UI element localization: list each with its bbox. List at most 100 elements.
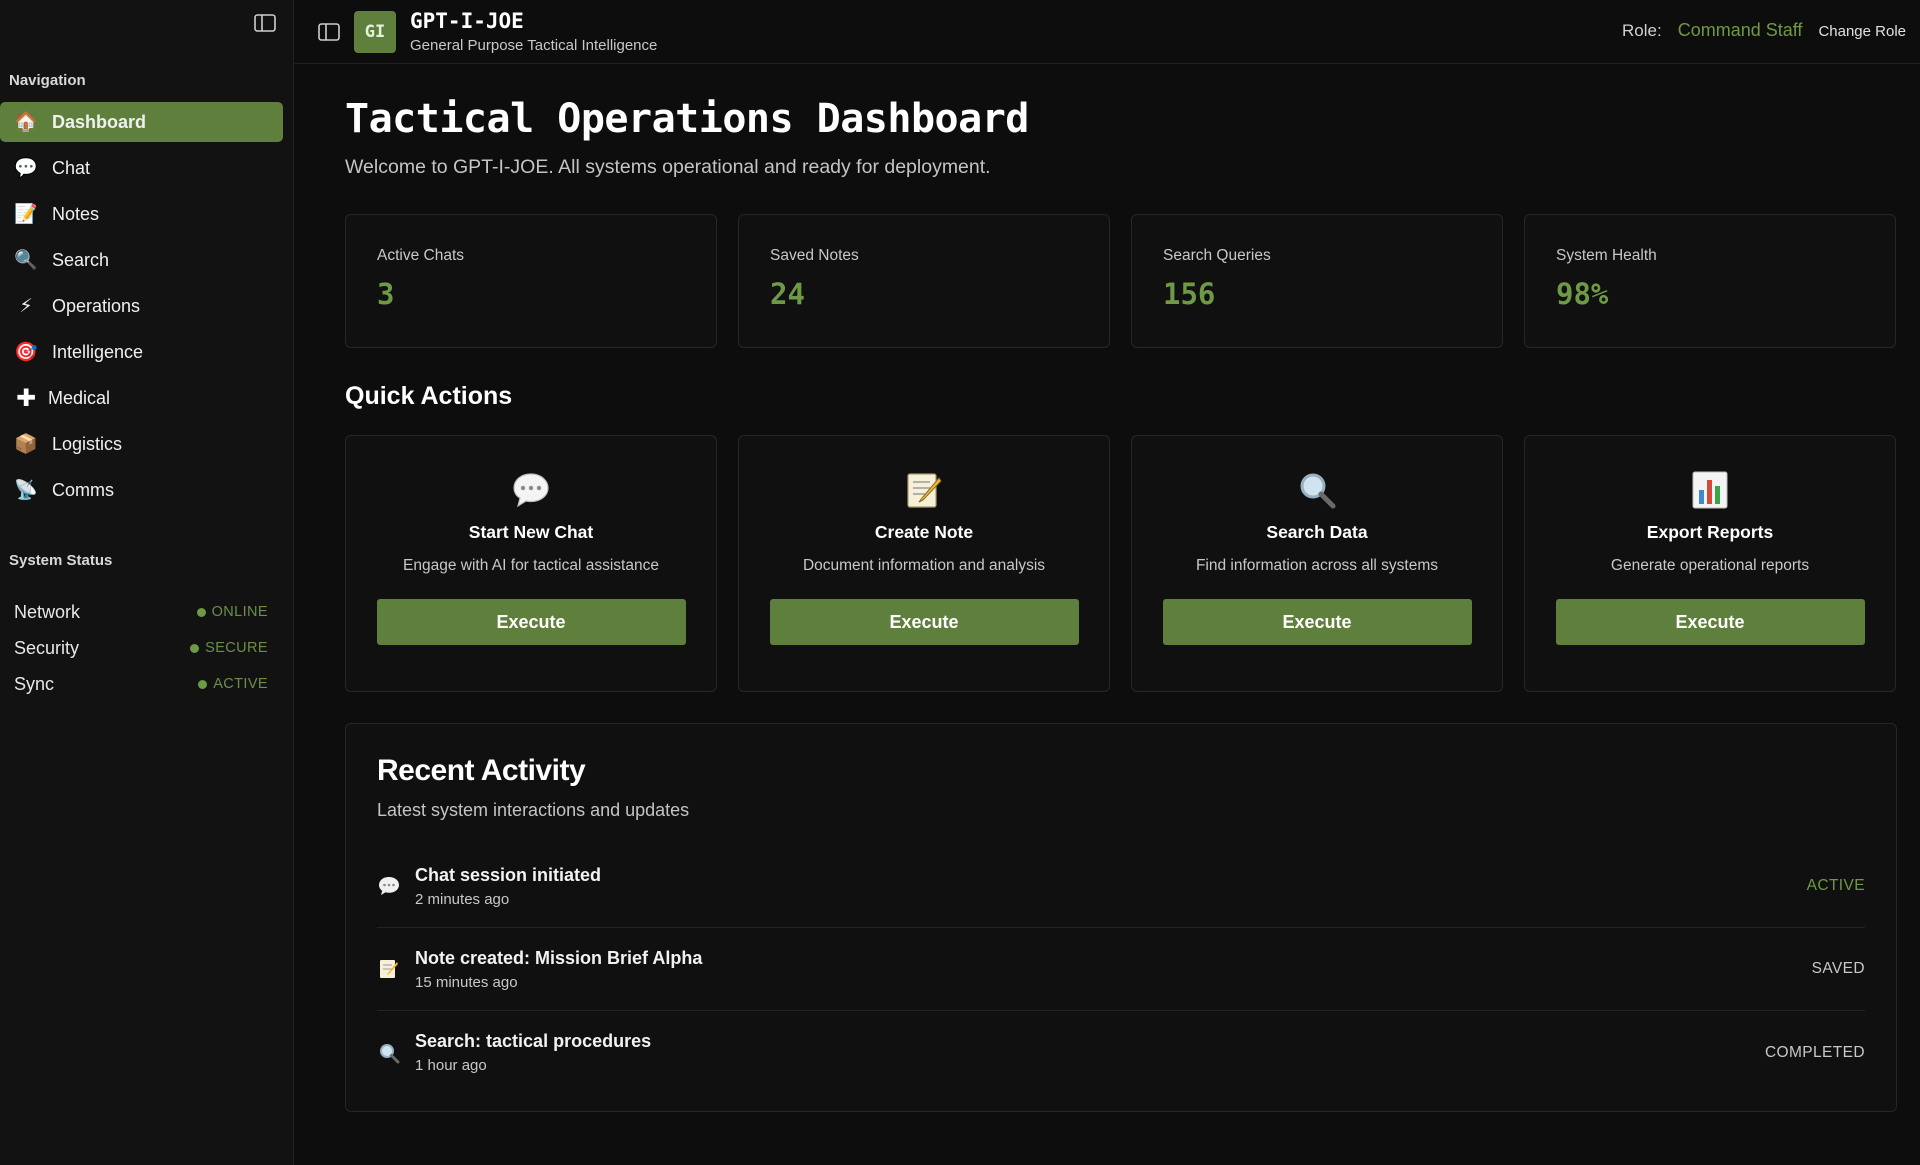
stat-label: Active Chats: [377, 247, 465, 264]
stat-label: Search Queries: [1163, 247, 1271, 264]
execute-button-create-note[interactable]: Execute: [769, 599, 1079, 645]
action-card-create-note: Create Note Document information and ana…: [738, 435, 1110, 692]
list-item[interactable]: Note created: Mission Brief Alpha 15 min…: [377, 928, 1865, 1011]
status-name: Network: [14, 601, 81, 622]
action-desc: Find information across all systems: [1195, 557, 1439, 574]
status-badge: COMPLETED: [1764, 1043, 1865, 1061]
list-item[interactable]: Search: tactical procedures 1 hour ago C…: [377, 1011, 1865, 1094]
action-title: Create Note: [874, 522, 974, 542]
house-icon: 🏠: [14, 112, 38, 133]
memo-icon: [902, 468, 946, 512]
action-desc: Document information and analysis: [802, 557, 1046, 574]
role-value: Command Staff: [1677, 20, 1803, 40]
recent-activity-panel: Recent Activity Latest system interactio…: [345, 723, 1897, 1112]
satellite-icon: 📡: [14, 480, 38, 501]
nav-heading: Navigation: [9, 72, 86, 89]
speech-bubble-icon: 💬: [14, 158, 38, 179]
sidebar-item-label: Search: [52, 249, 110, 270]
execute-button-export-reports[interactable]: Execute: [1555, 599, 1865, 645]
sidebar-toggle-icon[interactable]: [254, 14, 276, 32]
action-title: Export Reports: [1646, 522, 1774, 542]
quick-actions-row: Start New Chat Engage with AI for tactic…: [345, 435, 1896, 692]
status-value: ACTIVE: [213, 676, 268, 692]
action-card-export-reports: Export Reports Generate operational repo…: [1524, 435, 1896, 692]
activity-time: 15 minutes ago: [415, 973, 518, 991]
package-icon: 📦: [14, 434, 38, 455]
status-name: Sync: [14, 673, 55, 694]
activity-name: Chat session initiated: [415, 864, 602, 885]
status-badge: SAVED: [1811, 960, 1865, 977]
quick-actions-title: Quick Actions: [345, 382, 513, 410]
stat-label: System Health: [1556, 247, 1657, 264]
magnifier-icon: [377, 1041, 401, 1065]
sidebar-item-label: Intelligence: [52, 341, 144, 362]
list-item[interactable]: Chat session initiated 2 minutes ago ACT…: [377, 845, 1865, 928]
sidebar: Navigation 🏠 Dashboard 💬 Chat 📝 Notes 🔍 …: [0, 0, 294, 1165]
memo-icon: 📝: [14, 204, 38, 225]
activity-text: Chat session initiated 2 minutes ago: [415, 865, 1807, 908]
status-badge: ONLINE: [196, 604, 268, 620]
stat-value: 98%: [1556, 277, 1609, 311]
sidebar-item-operations[interactable]: ⚡ Operations: [0, 286, 283, 326]
activity-name: Search: tactical procedures: [415, 1031, 652, 1051]
memo-icon: [377, 957, 401, 981]
nav-list: 🏠 Dashboard 💬 Chat 📝 Notes 🔍 Search ⚡ Op…: [0, 102, 294, 516]
sidebar-item-medical[interactable]: ✚ Medical: [0, 378, 283, 418]
sidebar-item-search[interactable]: 🔍 Search: [0, 240, 283, 280]
stat-value: 156: [1163, 277, 1216, 311]
action-title: Search Data: [1266, 522, 1368, 542]
action-card-search-data: Search Data Find information across all …: [1131, 435, 1503, 692]
activity-time: 2 minutes ago: [415, 890, 510, 908]
activity-time: 1 hour ago: [415, 1057, 487, 1074]
stats-row: Active Chats 3 Saved Notes 24 Search Que…: [345, 214, 1896, 348]
top-bar: GI GPT-I-JOE General Purpose Tactical In…: [294, 0, 1920, 64]
stat-label: Saved Notes: [770, 247, 859, 264]
status-value: ONLINE: [211, 604, 268, 620]
execute-button-search-data[interactable]: Execute: [1162, 599, 1472, 645]
sidebar-item-label: Dashboard: [52, 111, 147, 132]
role-area: Role: Command Staff Change Role: [1622, 20, 1906, 41]
sidebar-item-logistics[interactable]: 📦 Logistics: [0, 424, 283, 464]
status-dot-icon: [196, 607, 206, 617]
sidebar-item-intelligence[interactable]: 🎯 Intelligence: [0, 332, 283, 372]
sidebar-item-dashboard[interactable]: 🏠 Dashboard: [0, 102, 283, 142]
action-card-start-chat: Start New Chat Engage with AI for tactic…: [345, 435, 717, 692]
activity-list: Chat session initiated 2 minutes ago ACT…: [377, 845, 1865, 1094]
panel-toggle-icon[interactable]: [318, 22, 340, 41]
app-subtitle: General Purpose Tactical Intelligence: [410, 37, 658, 54]
status-row-network: Network ONLINE: [0, 594, 294, 630]
action-title: Start New Chat: [468, 522, 594, 542]
sidebar-item-notes[interactable]: 📝 Notes: [0, 194, 283, 234]
app-logo: GI: [354, 10, 396, 53]
speech-bubble-icon: [509, 468, 553, 512]
role-label: Role:: [1622, 21, 1662, 40]
status-row-security: Security SECURE: [0, 630, 294, 666]
status-dot-icon: [198, 679, 208, 689]
status-badge: ACTIVE: [1806, 877, 1865, 894]
change-role-button[interactable]: Change Role: [1818, 23, 1906, 40]
stat-card-system-health: System Health 98%: [1524, 214, 1896, 348]
sidebar-item-chat[interactable]: 💬 Chat: [0, 148, 283, 188]
plus-icon: ✚: [15, 384, 37, 412]
magnifier-icon: [1295, 468, 1339, 512]
sidebar-item-label: Logistics: [52, 433, 123, 454]
system-status-heading: System Status: [9, 552, 113, 569]
lightning-icon: ⚡: [19, 295, 33, 317]
page-subtitle: Welcome to GPT-I-JOE. All systems operat…: [345, 156, 991, 178]
status-badge: ACTIVE: [198, 676, 268, 692]
sidebar-item-label: Comms: [52, 479, 114, 500]
activity-name: Note created: Mission Brief Alpha: [415, 947, 703, 968]
action-desc: Engage with AI for tactical assistance: [403, 557, 659, 574]
activity-text: Search: tactical procedures 1 hour ago: [415, 1031, 1765, 1074]
action-desc: Generate operational reports: [1610, 557, 1810, 574]
app-title: GPT-I-JOE: [410, 9, 524, 33]
activity-text: Note created: Mission Brief Alpha 15 min…: [415, 948, 1812, 991]
execute-button-start-chat[interactable]: Execute: [376, 599, 686, 645]
stat-value: 24: [770, 277, 805, 311]
target-icon: 🎯: [14, 342, 38, 363]
recent-activity-title: Recent Activity: [377, 754, 586, 787]
sidebar-item-comms[interactable]: 📡 Comms: [0, 470, 283, 510]
sidebar-item-label: Operations: [52, 295, 141, 316]
status-name: Security: [14, 637, 80, 658]
app-title-block: GPT-I-JOE General Purpose Tactical Intel…: [410, 9, 657, 54]
